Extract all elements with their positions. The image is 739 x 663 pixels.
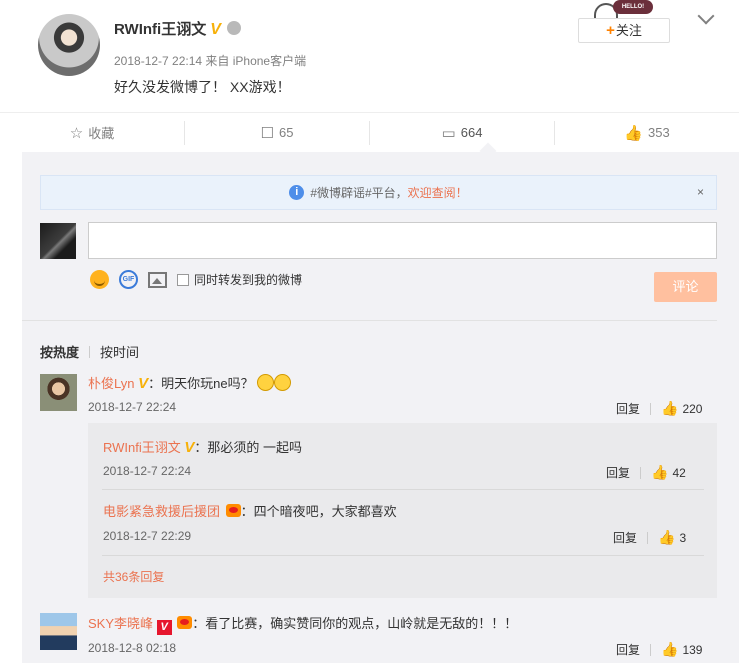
sort-hot-tab[interactable]: 按热度 — [40, 342, 79, 361]
comment-time: 2018-12-7 22:24 — [88, 400, 177, 414]
notice-link[interactable]: 欢迎查阅！ — [408, 184, 468, 201]
comment-line: SKY李晓峰 V ：看了比赛，确实赞同你的观点，山岭就是无敌的！！！ — [88, 613, 517, 635]
laughing-emoji-icon — [274, 374, 292, 391]
reply-text: ：那必须的 一起吗 — [194, 440, 303, 455]
comment-time: 2018-12-8 02:18 — [88, 641, 177, 655]
thumbs-up-icon[interactable]: 👍 — [661, 400, 678, 417]
reply-text: ：四个暗夜吧，大家都喜欢 — [240, 504, 397, 519]
verified-v-badge: V — [210, 21, 221, 38]
repost-checkbox[interactable] — [177, 273, 189, 286]
close-icon[interactable]: × — [697, 185, 704, 199]
repost-checkbox-label: 同时转发到我的微博 — [194, 273, 303, 287]
commenter-name[interactable]: 朴俊Lyn — [88, 376, 134, 391]
reply-line: RWInfi王诩文 V：那必须的 一起吗 — [103, 437, 302, 456]
reply-line: 电影紧急救援后援团 ：四个暗夜吧，大家都喜欢 — [103, 501, 397, 520]
reply-time: 2018-12-7 22:24 — [103, 464, 192, 478]
comment-text: ：看了比赛，确实赞同你的观点，山岭就是无敌的！！！ — [192, 616, 518, 631]
rumor-notice-banner: i #微博辟谣#平台， 欢迎查阅！ × — [40, 175, 717, 210]
comment-input[interactable] — [88, 222, 717, 259]
reply-actions: 回复 👍 3 — [613, 529, 686, 546]
sort-divider — [89, 345, 91, 358]
action-divider — [640, 466, 642, 479]
repost-button[interactable]: ☐ 65 — [185, 113, 369, 152]
reply-time: 2018-12-7 22:29 — [103, 529, 192, 543]
follow-button[interactable]: +关注 — [578, 18, 670, 43]
action-divider — [650, 643, 652, 656]
image-icon[interactable] — [148, 271, 167, 288]
like-count: 353 — [647, 125, 670, 140]
fan-badge-icon — [177, 616, 193, 629]
verified-v-badge: V — [184, 439, 195, 456]
commenter-name[interactable]: SKY李晓峰 — [88, 616, 153, 631]
hello-bubble: HELLO! — [613, 0, 653, 14]
reply-button[interactable]: 回复 — [613, 529, 637, 546]
reply-divider — [102, 489, 704, 490]
member-crown-icon — [226, 21, 241, 35]
sort-tabs: 按热度 按时间 — [40, 342, 139, 361]
plus-icon: + — [606, 22, 615, 39]
thumbs-up-icon[interactable]: 👍 — [651, 464, 668, 481]
reply-divider — [102, 555, 704, 556]
favorite-label: 收藏 — [88, 126, 115, 141]
compose-toolbar: GIF 同时转发到我的微博 — [90, 270, 302, 289]
comment-button[interactable]: ▭ 664 — [370, 113, 554, 152]
gif-icon[interactable]: GIF — [119, 270, 138, 289]
sort-time-tab[interactable]: 按时间 — [100, 342, 139, 361]
reply-likes: 3 — [679, 530, 687, 545]
author-avatar[interactable] — [38, 14, 100, 76]
comment-count: 664 — [460, 125, 483, 140]
author-name-row: RWInfi王诩文 V — [114, 18, 241, 39]
reply-likes: 42 — [672, 465, 686, 480]
post-text: 好久没发微博了！ XX游戏！ — [114, 79, 291, 95]
repost-count: 65 — [278, 125, 294, 140]
comment-icon: ▭ — [441, 124, 456, 142]
emoji-icon[interactable] — [90, 270, 109, 289]
chevron-down-icon[interactable] — [697, 7, 715, 25]
star-icon: ☆ — [69, 124, 84, 142]
comment-text: ：明天你玩ne吗？ — [148, 376, 254, 391]
follow-label: 关注 — [615, 23, 642, 38]
comment-actions: 回复 👍 139 — [616, 641, 702, 658]
comment-line: 朴俊Lyn V：明天你玩ne吗？ — [88, 373, 292, 392]
thumbs-up-icon[interactable]: 👍 — [658, 529, 675, 546]
repost-checkbox-row[interactable]: 同时转发到我的微博 — [177, 271, 302, 288]
action-divider — [647, 531, 649, 544]
replier-name[interactable]: RWInfi王诩文 — [103, 440, 181, 455]
reply-button[interactable]: 回复 — [606, 464, 630, 481]
comment-likes: 220 — [682, 401, 703, 416]
current-user-avatar — [40, 223, 76, 259]
action-divider — [650, 402, 652, 415]
comment-likes: 139 — [682, 642, 703, 657]
verified-v-badge: V — [156, 620, 172, 635]
favorite-button[interactable]: ☆ 收藏 — [0, 113, 184, 152]
commenter-avatar[interactable] — [40, 374, 77, 411]
info-icon: i — [289, 185, 305, 200]
divider — [22, 320, 717, 321]
thumbs-up-icon[interactable]: 👍 — [661, 641, 678, 658]
verified-v-badge: V — [138, 375, 149, 392]
post-meta: 2018-12-7 22:14 来自 iPhone客户端 — [114, 54, 307, 68]
commenter-avatar[interactable] — [40, 613, 77, 650]
replier-name[interactable]: 电影紧急救援后援团 — [103, 504, 220, 519]
reply-button[interactable]: 回复 — [616, 641, 640, 658]
fan-badge-icon — [225, 504, 241, 517]
reply-button[interactable]: 回复 — [616, 400, 640, 417]
thumbs-up-icon: 👍 — [624, 124, 643, 142]
submit-comment-button[interactable]: 评论 — [654, 272, 717, 302]
like-button[interactable]: 👍 353 — [555, 113, 739, 152]
author-name[interactable]: RWInfi王诩文 — [114, 21, 206, 38]
comment-actions: 回复 👍 220 — [616, 400, 702, 417]
repost-icon: ☐ — [260, 124, 274, 142]
laughing-emoji-icon — [257, 374, 275, 391]
action-bar: ☆ 收藏 ☐ 65 ▭ 664 👍 353 — [0, 112, 739, 152]
reply-actions: 回复 👍 42 — [606, 464, 686, 481]
more-replies-link[interactable]: 共36条回复 — [103, 568, 164, 585]
notice-text: #微博辟谣#平台， — [310, 186, 408, 200]
